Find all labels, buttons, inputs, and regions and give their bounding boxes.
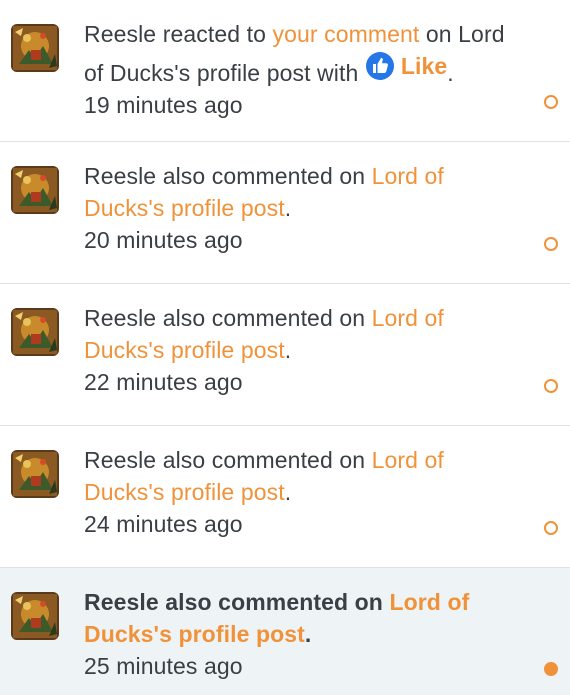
mark-read-toggle[interactable] [544, 237, 558, 251]
reaction-label: Like [400, 53, 448, 79]
notification-content: Reesle reacted to your comment on Lord o… [84, 18, 524, 121]
mark-unread-toggle[interactable] [544, 662, 558, 676]
end-punct: . [284, 195, 292, 221]
avatar[interactable] [11, 24, 59, 72]
notification-item[interactable]: Reesle reacted to your comment on Lord o… [0, 0, 570, 142]
avatar[interactable] [11, 450, 59, 498]
end-punct: . [447, 60, 454, 86]
end-punct: . [304, 621, 312, 647]
action-text: also commented on [156, 163, 372, 189]
timestamp: 24 minutes ago [84, 511, 243, 537]
user-link[interactable]: Reesle [84, 163, 156, 189]
avatar[interactable] [11, 308, 59, 356]
end-punct: . [284, 479, 292, 505]
timestamp: 22 minutes ago [84, 369, 243, 395]
end-punct: . [284, 337, 292, 363]
comment-link[interactable]: your comment [272, 21, 419, 47]
action-text: also commented on [156, 305, 372, 331]
thumbs-up-icon [365, 52, 394, 80]
mark-read-toggle[interactable] [544, 379, 558, 393]
avatar-image-icon [11, 450, 59, 498]
avatar[interactable] [11, 592, 59, 640]
user-link[interactable]: Reesle [84, 447, 156, 473]
user-link[interactable]: Reesle [84, 305, 156, 331]
notification-item[interactable]: Reesle also commented on Lord of Ducks's… [0, 142, 570, 284]
avatar[interactable] [11, 166, 59, 214]
timestamp: 25 minutes ago [84, 653, 243, 679]
notification-content: Reesle also commented on Lord of Ducks's… [84, 444, 524, 540]
notification-item-unread[interactable]: Reesle also commented on Lord of Ducks's… [0, 568, 570, 695]
timestamp: 19 minutes ago [84, 92, 243, 118]
notification-item[interactable]: Reesle also commented on Lord of Ducks's… [0, 426, 570, 568]
avatar-image-icon [11, 24, 59, 72]
reaction-badge[interactable]: Like [365, 50, 447, 82]
avatar-image-icon [11, 166, 59, 214]
action-text: also commented on [156, 447, 372, 473]
mark-read-toggle[interactable] [544, 521, 558, 535]
timestamp: 20 minutes ago [84, 227, 243, 253]
notification-item[interactable]: Reesle also commented on Lord of Ducks's… [0, 284, 570, 426]
notification-list: Reesle reacted to your comment on Lord o… [0, 0, 570, 695]
action-text: also commented on [158, 589, 390, 615]
user-link[interactable]: Reesle [84, 589, 159, 615]
notification-content: Reesle also commented on Lord of Ducks's… [84, 302, 524, 398]
user-link[interactable]: Reesle [84, 21, 156, 47]
action-text: reacted to [156, 21, 273, 47]
mark-read-toggle[interactable] [544, 95, 558, 109]
avatar-image-icon [11, 308, 59, 356]
notification-content: Reesle also commented on Lord of Ducks's… [84, 586, 524, 682]
avatar-image-icon [11, 592, 59, 640]
notification-content: Reesle also commented on Lord of Ducks's… [84, 160, 524, 256]
